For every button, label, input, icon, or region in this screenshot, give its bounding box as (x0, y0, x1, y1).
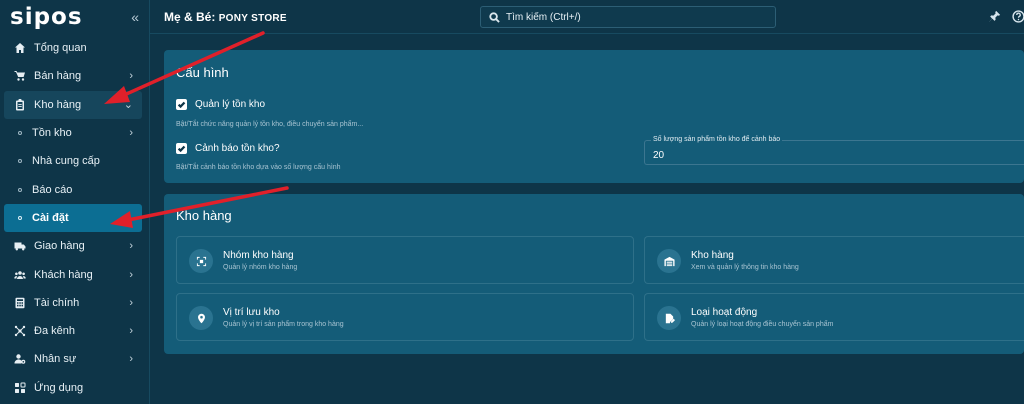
chevron-right-icon: › (129, 296, 133, 309)
apps-icon (14, 382, 26, 394)
chevron-right-icon: › (129, 127, 133, 140)
store-name: PONY STORE (218, 13, 287, 24)
sidebar-item-label: Bán hàng (34, 70, 82, 83)
alert-threshold-value: 20 (653, 150, 665, 161)
stock-alert-label: Cảnh báo tồn kho? (195, 143, 280, 154)
sidebar-item-nhan-su[interactable]: Nhân sự › (0, 345, 149, 373)
search-icon (489, 11, 500, 23)
logo-row: sipos « (0, 0, 149, 34)
tile-name: Kho hàng (691, 250, 734, 261)
sidebar-item-da-kenh[interactable]: Đa kênh › (0, 317, 149, 345)
group-icon (189, 249, 213, 273)
sidebar-item-ban-hang[interactable]: Bán hàng › (0, 62, 149, 90)
search-placeholder: Tìm kiếm (Ctrl+/) (506, 11, 581, 23)
sidebar-item-label: Đa kênh (34, 325, 75, 338)
sidebar-item-khach-hang[interactable]: Khách hàng › (0, 260, 149, 288)
warehouse-title: Kho hàng (176, 208, 232, 223)
home-icon (14, 42, 26, 54)
tile-name: Loại hoạt động (691, 307, 758, 318)
tile-description: Quản lý vị trí sản phẩm trong kho hàng (223, 321, 344, 328)
clipboard-icon (14, 98, 26, 111)
tile-warehouse-groups[interactable]: Nhóm kho hàng Quản lý nhóm kho hàng (176, 236, 634, 284)
truck-icon (14, 240, 26, 252)
sidebar-item-label: Báo cáo (32, 183, 73, 196)
tile-name: Nhóm kho hàng (223, 250, 294, 261)
bullet-icon (18, 187, 22, 192)
checkbox-checked-icon (176, 143, 187, 154)
sidebar-item-label: Tồn kho (32, 127, 72, 140)
sidebar-item-label: Nhân sự (34, 353, 77, 366)
store-label: Mẹ & Bé: (164, 10, 216, 24)
inventory-mgmt-label: Quản lý tồn kho (195, 99, 266, 110)
chevron-down-icon: ⌄ (123, 99, 133, 112)
sidebar-subitem-cai-dat[interactable]: Cài đặt (4, 203, 142, 233)
sidebar: sipos « Tổng quan Bán hàng › Kho hàng ⌄ … (0, 0, 150, 404)
inventory-mgmt-description: Bật/Tắt chức năng quản lý tồn kho, điều … (176, 121, 364, 128)
sidebar-item-label: Cài đặt (32, 211, 69, 224)
config-title: Cấu hình (176, 65, 229, 80)
alert-threshold-field[interactable]: Số lượng sản phẩm tồn kho để cảnh báo 20 (644, 136, 1024, 165)
sidebar-item-tong-quan[interactable]: Tổng quan (0, 34, 149, 62)
sidebar-item-label: Ứng dụng (34, 381, 84, 394)
calculator-icon (14, 297, 26, 309)
chevron-right-icon: › (129, 240, 133, 253)
sidebar-item-kho-hang[interactable]: Kho hàng ⌄ (4, 90, 142, 119)
sidebar-nav: Tổng quan Bán hàng › Kho hàng ⌄ Tồn kho … (0, 34, 149, 402)
sidebar-item-giao-hang[interactable]: Giao hàng › (0, 232, 149, 260)
chevron-right-icon: › (129, 325, 133, 338)
tile-description: Quản lý loại hoạt động điều chuyển sản p… (691, 321, 834, 328)
search-input[interactable]: Tìm kiếm (Ctrl+/) (480, 6, 776, 28)
network-icon (14, 325, 26, 337)
warehouse-card: Kho hàng Nhóm kho hàng Quản lý nhóm kho … (164, 194, 1024, 354)
config-card: Cấu hình Quản lý tồn kho Bật/Tắt chức nă… (164, 50, 1024, 183)
pin-icon[interactable] (988, 10, 1001, 23)
logo[interactable]: sipos (10, 3, 83, 30)
sidebar-item-ung-dung[interactable]: Ứng dụng (0, 374, 149, 402)
bullet-icon (18, 131, 22, 136)
warehouse-icon (657, 249, 681, 273)
tile-warehouses[interactable]: Kho hàng Xem và quản lý thông tin kho hà… (644, 236, 1024, 284)
double-chevron-left-icon[interactable]: « (131, 9, 139, 25)
help-icon[interactable] (1012, 10, 1024, 23)
tile-description: Xem và quản lý thông tin kho hàng (691, 264, 799, 271)
stock-alert-description: Bật/Tắt cảnh báo tồn kho dựa vào số lượn… (176, 164, 341, 171)
chevron-right-icon: › (129, 268, 133, 281)
tile-storage-locations[interactable]: Vị trí lưu kho Quản lý vị trí sản phẩm t… (176, 293, 634, 341)
location-pin-icon (189, 306, 213, 330)
top-header: Mẹ & Bé: PONY STORE Tìm kiếm (Ctrl+/) (150, 0, 1024, 34)
sidebar-item-label: Kho hàng (34, 98, 82, 111)
sidebar-item-label: Tổng quan (34, 42, 87, 55)
sidebar-item-label: Khách hàng (34, 268, 93, 281)
document-edit-icon (657, 306, 681, 330)
sidebar-item-label: Nhà cung cấp (32, 155, 100, 168)
bullet-icon (18, 159, 22, 164)
sidebar-subitem-nha-cung-cap[interactable]: Nhà cung cấp (0, 147, 149, 175)
users-icon (14, 269, 26, 281)
sidebar-subitem-ton-kho[interactable]: Tồn kho › (0, 119, 149, 147)
tile-operation-types[interactable]: Loại hoạt động Quản lý loại hoạt động đi… (644, 293, 1024, 341)
stock-alert-checkbox[interactable]: Cảnh báo tồn kho? (176, 143, 280, 154)
inventory-mgmt-checkbox[interactable]: Quản lý tồn kho (176, 99, 265, 110)
sidebar-item-label: Giao hàng (34, 240, 85, 253)
sidebar-item-label: Tài chính (34, 296, 80, 309)
bullet-icon (18, 215, 22, 220)
chevron-right-icon: › (129, 353, 133, 366)
checkbox-checked-icon (176, 99, 187, 110)
cart-icon (14, 70, 26, 82)
tile-description: Quản lý nhóm kho hàng (223, 264, 298, 271)
chevron-right-icon: › (129, 70, 133, 83)
alert-threshold-label: Số lượng sản phẩm tồn kho để cảnh báo (651, 136, 783, 143)
tile-name: Vị trí lưu kho (223, 307, 280, 318)
logo-text: sipos (10, 3, 83, 30)
page-title: Mẹ & Bé: PONY STORE (164, 10, 287, 24)
user-gear-icon (14, 353, 26, 365)
sidebar-item-tai-chinh[interactable]: Tài chính › (0, 289, 149, 317)
sidebar-subitem-bao-cao[interactable]: Báo cáo (0, 175, 149, 203)
